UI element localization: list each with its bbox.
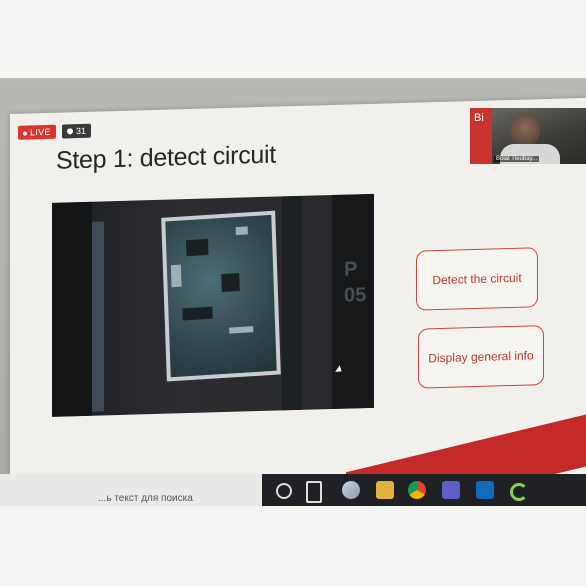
presenter-face xyxy=(510,114,540,148)
file-explorer-icon[interactable] xyxy=(376,481,394,499)
circuit-photo: P 05 xyxy=(52,193,374,417)
live-badge: LIVE xyxy=(18,124,56,140)
live-label: LIVE xyxy=(30,126,51,138)
taskbar-search-box[interactable]: ...ь текст для поиска xyxy=(0,474,262,506)
brand-text: Bi xyxy=(474,112,484,124)
viewer-count: 31 xyxy=(76,125,87,137)
person-icon xyxy=(67,127,73,135)
search-placeholder: ...ь текст для поиска xyxy=(98,493,193,504)
outlook-icon[interactable] xyxy=(476,481,494,499)
spinner-icon[interactable] xyxy=(510,483,528,501)
store-icon[interactable] xyxy=(342,481,360,499)
photo-overlay-text-2: 05 xyxy=(344,284,367,307)
circuit-board xyxy=(161,210,281,382)
teams-icon[interactable] xyxy=(442,481,460,499)
live-dot-icon xyxy=(23,131,27,136)
monitor-screen: LIVE 31 Step 1: detect circuit P 05 Dete… xyxy=(0,78,586,506)
viewer-count-badge: 31 xyxy=(62,123,92,139)
cortana-icon[interactable] xyxy=(276,483,292,499)
display-info-button[interactable]: Display general info xyxy=(418,325,544,389)
background-wall xyxy=(0,506,586,586)
detect-circuit-button[interactable]: Detect the circuit xyxy=(416,247,538,311)
photo-overlay-text-1: P xyxy=(344,258,358,281)
task-view-icon[interactable] xyxy=(306,481,322,503)
presenter-video-tile: Bi Bolat Tleubay... xyxy=(470,108,586,164)
windows-taskbar: ...ь текст для поиска xyxy=(0,474,586,506)
presenter-name: Bolat Tleubay... xyxy=(494,156,540,162)
chrome-icon[interactable] xyxy=(408,481,426,499)
slide-title: Step 1: detect circuit xyxy=(56,140,276,175)
